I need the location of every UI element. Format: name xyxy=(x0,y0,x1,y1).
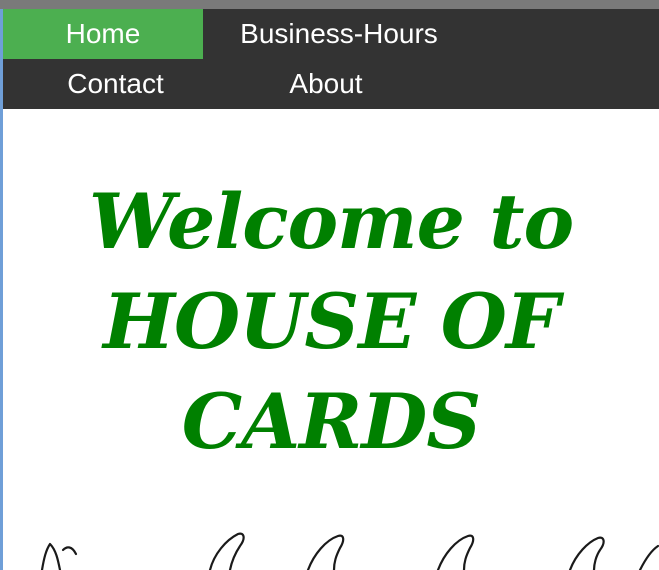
welcome-heading-line-1: Welcome to xyxy=(88,177,574,266)
nav-contact-link[interactable]: Contact xyxy=(3,59,228,109)
browser-top-strip xyxy=(0,0,659,9)
cursive-text-cutoff xyxy=(0,520,659,570)
nav-home-link[interactable]: Home xyxy=(3,9,203,59)
welcome-heading-line-3: CARDS xyxy=(181,377,481,466)
welcome-heading: Welcome to HOUSE OF CARDS xyxy=(3,172,659,472)
nav-about-link[interactable]: About xyxy=(228,59,424,109)
main-navbar: Home Business-Hours Contact About xyxy=(3,9,659,109)
welcome-heading-line-2: HOUSE OF xyxy=(103,277,560,366)
cursive-handwriting-graphic xyxy=(40,532,659,570)
nav-business-hours-link[interactable]: Business-Hours xyxy=(203,9,475,59)
